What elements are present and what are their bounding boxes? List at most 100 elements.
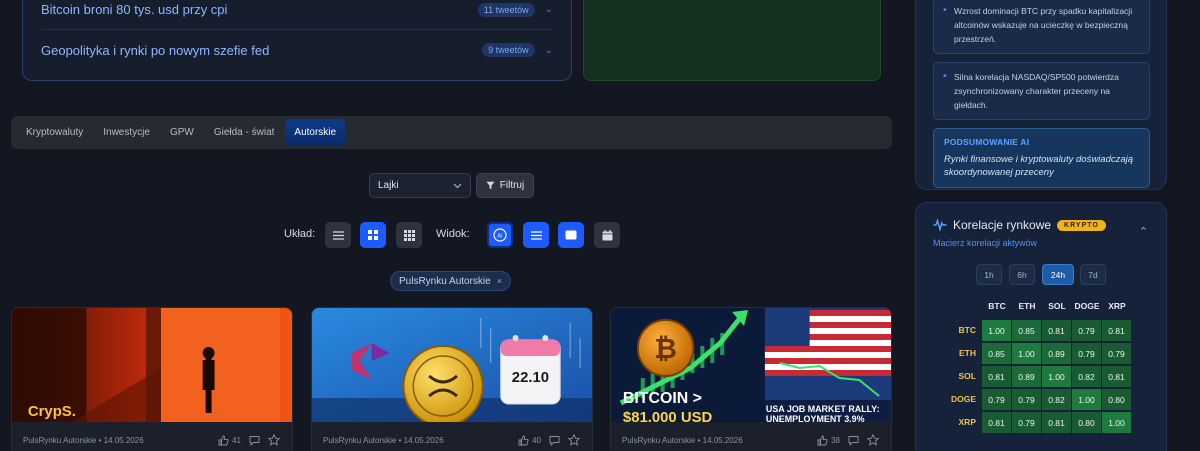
matrix-cell: 0.80 <box>1072 412 1102 434</box>
matrix-cell: 0.79 <box>1072 320 1102 342</box>
star-icon[interactable] <box>867 434 879 446</box>
view-calendar-button[interactable] <box>594 222 620 248</box>
article-card[interactable]: ₿ BITCOIN > $81,000 USD USA JOB MARKET R… <box>610 307 892 451</box>
topic-item[interactable]: Bitcoin broni 80 tys. usd przy cpi 11 tw… <box>41 0 553 30</box>
comment-icon[interactable] <box>848 435 859 446</box>
chevron-down-icon <box>453 183 462 188</box>
comment-icon[interactable] <box>249 435 260 446</box>
layout-list-button[interactable] <box>325 222 351 248</box>
topic-list: Bitcoin broni 80 tys. usd przy cpi 11 tw… <box>22 0 572 81</box>
article-card[interactable]: 22.10 PulsRynku Autorskie • 14.05.2026 4… <box>311 307 593 451</box>
thumbs-up-icon <box>218 435 229 445</box>
matrix-cell: 1.00 <box>1042 366 1072 388</box>
card-image: ₿ BITCOIN > $81,000 USD USA JOB MARKET R… <box>611 308 891 422</box>
view-list-button[interactable] <box>523 222 549 248</box>
like-button[interactable]: 41 <box>218 435 241 446</box>
matrix-cell: 0.79 <box>1072 343 1102 365</box>
sort-select[interactable]: Lajki <box>369 173 471 198</box>
matrix-cell: 0.81 <box>1102 366 1132 388</box>
matrix-cell: 0.79 <box>1102 343 1132 365</box>
matrix-col-header: DOGE <box>1074 301 1100 311</box>
active-filter-chip: PulsRynku Autorskie × <box>390 271 511 291</box>
view-ai-button[interactable]: AI <box>487 222 513 248</box>
ai-summary-box: PODSUMOWANIE AI Rynki finansowe i krypto… <box>933 128 1150 188</box>
ai-summary-title: PODSUMOWANIE AI <box>944 137 1030 147</box>
timeframe-6h[interactable]: 6h <box>1009 264 1035 285</box>
card-image-text: UNEMPLOYMENT 3.9% <box>766 414 865 422</box>
matrix-row-header: XRP <box>958 417 976 427</box>
matrix-cell: 0.79 <box>1012 412 1042 434</box>
topic-item[interactable]: Geopolityka i rynki po nowym szefie fed … <box>41 30 553 70</box>
compact-grid-icon <box>403 229 415 241</box>
summary-bullet: Silna korelacja NASDAQ/SP500 potwierdza … <box>933 62 1150 120</box>
card-author: PulsRynku Autorskie • 14.05.2026 <box>323 435 444 445</box>
tab-kryptowaluty[interactable]: Kryptowaluty <box>17 119 92 146</box>
matrix-row-header: ETH <box>959 348 976 358</box>
tab-gielda-swiat[interactable]: Giełda - świat <box>205 119 284 146</box>
correlations-panel: Korelacje rynkowe KRYPTO Macierz korelac… <box>915 202 1167 451</box>
ai-icon: AI <box>493 228 507 242</box>
card-image-text: BITCOIN > <box>623 390 702 407</box>
matrix-cell: 0.89 <box>1042 343 1072 365</box>
matrix-row-header: BTC <box>958 325 976 335</box>
matrix-cell: 0.81 <box>1042 320 1072 342</box>
funnel-icon <box>486 181 495 190</box>
matrix-cell: 0.81 <box>982 412 1012 434</box>
like-count: 38 <box>831 435 840 445</box>
like-button[interactable]: 40 <box>518 435 541 446</box>
matrix-cell: 0.85 <box>982 343 1012 365</box>
tweet-count-badge: 11 tweetów <box>477 2 535 17</box>
tab-gpw[interactable]: GPW <box>161 119 203 146</box>
like-button[interactable]: 38 <box>817 435 840 446</box>
tweet-count-badge: 9 tweetów <box>482 43 535 57</box>
comment-icon[interactable] <box>549 435 560 446</box>
tab-autorskie[interactable]: Autorskie <box>285 119 346 146</box>
matrix-cell: 0.89 <box>1012 366 1042 388</box>
matrix-col-header: SOL <box>1048 301 1066 311</box>
matrix-cell: 0.85 <box>1012 320 1042 342</box>
matrix-cell: 0.81 <box>1102 320 1132 342</box>
chevron-down-icon[interactable]: ⌄ <box>545 45 553 56</box>
matrix-cell: 1.00 <box>982 320 1012 342</box>
view-label: Widok: <box>436 228 470 240</box>
thumbs-up-icon <box>817 435 828 445</box>
summary-bullet: Wzrost dominacji BTC przy spadku kapital… <box>933 0 1150 54</box>
chevron-up-icon[interactable]: ⌃ <box>1139 225 1148 238</box>
card-author: PulsRynku Autorskie • 14.05.2026 <box>23 435 144 445</box>
timeframe-1h[interactable]: 1h <box>976 264 1002 285</box>
matrix-col-header: XRP <box>1108 301 1126 311</box>
card-image-text: USA JOB MARKET RALLY: <box>766 404 880 414</box>
tab-inwestycje[interactable]: Inwestycje <box>94 119 159 146</box>
star-icon[interactable] <box>568 434 580 446</box>
thumbs-up-icon <box>518 435 529 445</box>
list-icon <box>530 230 542 240</box>
chevron-down-icon[interactable]: ⌄ <box>545 4 553 15</box>
view-card-button[interactable] <box>558 222 584 248</box>
filter-button-label: Filtruj <box>499 180 525 191</box>
close-icon[interactable]: × <box>497 276 502 286</box>
timeframe-7d[interactable]: 7d <box>1080 264 1106 285</box>
correlations-title: Korelacje rynkowe <box>953 218 1052 232</box>
card-image-text: $81,000 USD <box>623 409 713 422</box>
layout-label: Układ: <box>284 228 316 240</box>
matrix-cell: 0.81 <box>982 366 1012 388</box>
matrix-cell: 0.79 <box>982 389 1012 411</box>
ai-icon-text: AI <box>497 233 503 239</box>
card-icon <box>565 230 577 240</box>
like-count: 41 <box>232 435 241 445</box>
matrix-cell: 0.79 <box>1012 389 1042 411</box>
matrix-cell: 0.81 <box>1042 412 1072 434</box>
layout-grid-button[interactable] <box>360 222 386 248</box>
like-count: 40 <box>532 435 541 445</box>
calendar-icon <box>602 229 612 240</box>
ai-summary-text: Rynki finansowe i kryptowaluty doświadcz… <box>944 154 1134 178</box>
matrix-cell: 0.82 <box>1042 389 1072 411</box>
filter-button[interactable]: Filtruj <box>476 173 534 198</box>
svg-text:₿: ₿ <box>654 333 677 364</box>
star-icon[interactable] <box>268 434 280 446</box>
correlations-subtitle: Macierz korelacji aktywów <box>933 238 1038 248</box>
matrix-row-header: DOGE <box>950 394 976 404</box>
timeframe-24h[interactable]: 24h <box>1042 264 1074 285</box>
article-card[interactable]: CrypS. PulsRynku Autorskie • 14.05.2026 … <box>11 307 293 451</box>
layout-compact-grid-button[interactable] <box>396 222 422 248</box>
